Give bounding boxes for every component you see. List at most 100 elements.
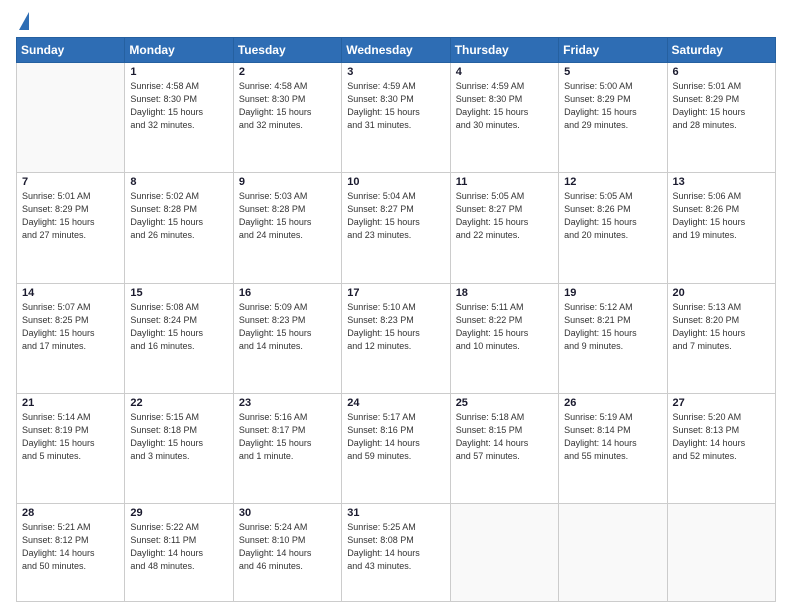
calendar-week-row: 28 Sunrise: 5:21 AMSunset: 8:12 PMDayligh… (17, 504, 776, 602)
day-number: 2 (239, 66, 336, 78)
calendar-day-cell: 26 Sunrise: 5:19 AMSunset: 8:14 PMDayligh… (559, 393, 667, 503)
day-info: Sunrise: 5:20 AMSunset: 8:13 PMDaylight:… (673, 411, 770, 463)
calendar: SundayMondayTuesdayWednesdayThursdayFrid… (16, 37, 776, 602)
day-number: 6 (673, 66, 770, 78)
day-number: 8 (130, 176, 227, 188)
calendar-day-cell: 21Sunrise: 5:14 AMSunset: 8:19 PMDayligh… (17, 393, 125, 503)
day-number: 16 (239, 287, 336, 299)
day-number: 21 (22, 397, 119, 409)
day-info: Sunrise: 4:58 AMSunset: 8:30 PMDaylight:… (239, 80, 336, 132)
calendar-week-row: 21Sunrise: 5:14 AMSunset: 8:19 PMDayligh… (17, 393, 776, 503)
day-info: Sunrise: 4:59 AMSunset: 8:30 PMDaylight:… (347, 80, 444, 132)
calendar-day-cell: 3 Sunrise: 4:59 AMSunset: 8:30 PMDaylight… (342, 63, 450, 173)
day-info: Sunrise: 5:24 AMSunset: 8:10 PMDaylight:… (239, 521, 336, 573)
calendar-day-cell: 27Sunrise: 5:20 AMSunset: 8:13 PMDayligh… (667, 393, 775, 503)
day-number: 11 (456, 176, 553, 188)
calendar-week-row: 7 Sunrise: 5:01 AMSunset: 8:29 PMDaylight… (17, 173, 776, 283)
calendar-header-row: SundayMondayTuesdayWednesdayThursdayFrid… (17, 38, 776, 63)
day-info: Sunrise: 4:59 AMSunset: 8:30 PMDaylight:… (456, 80, 553, 132)
day-info: Sunrise: 5:00 AMSunset: 8:29 PMDaylight:… (564, 80, 661, 132)
calendar-day-cell: 23 Sunrise: 5:16 AMSunset: 8:17 PMDayligh… (233, 393, 341, 503)
day-of-week-header: Tuesday (233, 38, 341, 63)
day-number: 15 (130, 287, 227, 299)
calendar-day-cell: 10 Sunrise: 5:04 AMSunset: 8:27 PMDayligh… (342, 173, 450, 283)
calendar-day-cell: 7 Sunrise: 5:01 AMSunset: 8:29 PMDaylight… (17, 173, 125, 283)
calendar-day-cell: 4 Sunrise: 4:59 AMSunset: 8:30 PMDaylight… (450, 63, 558, 173)
day-info: Sunrise: 5:01 AMSunset: 8:29 PMDaylight:… (22, 190, 119, 242)
day-info: Sunrise: 5:15 AMSunset: 8:18 PMDaylight:… (130, 411, 227, 463)
day-info: Sunrise: 5:01 AMSunset: 8:29 PMDaylight:… (673, 80, 770, 132)
day-number: 10 (347, 176, 444, 188)
calendar-day-cell: 30 Sunrise: 5:24 AMSunset: 8:10 PMDayligh… (233, 504, 341, 602)
day-number: 20 (673, 287, 770, 299)
calendar-day-cell: 11 Sunrise: 5:05 AMSunset: 8:27 PMDayligh… (450, 173, 558, 283)
day-info: Sunrise: 5:05 AMSunset: 8:26 PMDaylight:… (564, 190, 661, 242)
day-number: 18 (456, 287, 553, 299)
day-number: 22 (130, 397, 227, 409)
day-number: 17 (347, 287, 444, 299)
day-number: 3 (347, 66, 444, 78)
day-info: Sunrise: 5:06 AMSunset: 8:26 PMDaylight:… (673, 190, 770, 242)
day-number: 24 (347, 397, 444, 409)
day-number: 1 (130, 66, 227, 78)
day-info: Sunrise: 5:09 AMSunset: 8:23 PMDaylight:… (239, 301, 336, 353)
day-info: Sunrise: 5:21 AMSunset: 8:12 PMDaylight:… (22, 521, 119, 573)
day-info: Sunrise: 5:17 AMSunset: 8:16 PMDaylight:… (347, 411, 444, 463)
day-number: 14 (22, 287, 119, 299)
calendar-day-cell: 25 Sunrise: 5:18 AMSunset: 8:15 PMDayligh… (450, 393, 558, 503)
calendar-day-cell: 8 Sunrise: 5:02 AMSunset: 8:28 PMDaylight… (125, 173, 233, 283)
day-number: 26 (564, 397, 661, 409)
day-number: 31 (347, 507, 444, 519)
day-of-week-header: Sunday (17, 38, 125, 63)
calendar-day-cell: 17Sunrise: 5:10 AMSunset: 8:23 PMDayligh… (342, 283, 450, 393)
day-info: Sunrise: 5:11 AMSunset: 8:22 PMDaylight:… (456, 301, 553, 353)
calendar-day-cell (559, 504, 667, 602)
calendar-day-cell: 24 Sunrise: 5:17 AMSunset: 8:16 PMDayligh… (342, 393, 450, 503)
calendar-day-cell: 28 Sunrise: 5:21 AMSunset: 8:12 PMDayligh… (17, 504, 125, 602)
calendar-day-cell: 19Sunrise: 5:12 AMSunset: 8:21 PMDayligh… (559, 283, 667, 393)
day-info: Sunrise: 5:13 AMSunset: 8:20 PMDaylight:… (673, 301, 770, 353)
calendar-day-cell: 13 Sunrise: 5:06 AMSunset: 8:26 PMDayligh… (667, 173, 775, 283)
calendar-day-cell: 16 Sunrise: 5:09 AMSunset: 8:23 PMDayligh… (233, 283, 341, 393)
day-info: Sunrise: 5:08 AMSunset: 8:24 PMDaylight:… (130, 301, 227, 353)
calendar-day-cell: 18 Sunrise: 5:11 AMSunset: 8:22 PMDayligh… (450, 283, 558, 393)
day-info: Sunrise: 5:05 AMSunset: 8:27 PMDaylight:… (456, 190, 553, 242)
day-info: Sunrise: 5:16 AMSunset: 8:17 PMDaylight:… (239, 411, 336, 463)
day-info: Sunrise: 5:25 AMSunset: 8:08 PMDaylight:… (347, 521, 444, 573)
day-number: 23 (239, 397, 336, 409)
day-info: Sunrise: 5:07 AMSunset: 8:25 PMDaylight:… (22, 301, 119, 353)
day-info: Sunrise: 5:04 AMSunset: 8:27 PMDaylight:… (347, 190, 444, 242)
day-of-week-header: Friday (559, 38, 667, 63)
calendar-day-cell: 1 Sunrise: 4:58 AMSunset: 8:30 PMDaylight… (125, 63, 233, 173)
calendar-week-row: 14 Sunrise: 5:07 AMSunset: 8:25 PMDayligh… (17, 283, 776, 393)
calendar-day-cell: 29 Sunrise: 5:22 AMSunset: 8:11 PMDayligh… (125, 504, 233, 602)
day-info: Sunrise: 5:12 AMSunset: 8:21 PMDaylight:… (564, 301, 661, 353)
calendar-day-cell (450, 504, 558, 602)
calendar-day-cell: 31 Sunrise: 5:25 AMSunset: 8:08 PMDayligh… (342, 504, 450, 602)
day-number: 4 (456, 66, 553, 78)
day-info: Sunrise: 4:58 AMSunset: 8:30 PMDaylight:… (130, 80, 227, 132)
day-number: 29 (130, 507, 227, 519)
day-number: 25 (456, 397, 553, 409)
calendar-day-cell: 9 Sunrise: 5:03 AMSunset: 8:28 PMDaylight… (233, 173, 341, 283)
day-number: 5 (564, 66, 661, 78)
day-number: 12 (564, 176, 661, 188)
calendar-day-cell: 22 Sunrise: 5:15 AMSunset: 8:18 PMDayligh… (125, 393, 233, 503)
calendar-day-cell: 12 Sunrise: 5:05 AMSunset: 8:26 PMDayligh… (559, 173, 667, 283)
calendar-day-cell: 14 Sunrise: 5:07 AMSunset: 8:25 PMDayligh… (17, 283, 125, 393)
calendar-day-cell: 2 Sunrise: 4:58 AMSunset: 8:30 PMDaylight… (233, 63, 341, 173)
day-number: 30 (239, 507, 336, 519)
day-of-week-header: Saturday (667, 38, 775, 63)
day-number: 28 (22, 507, 119, 519)
calendar-day-cell (667, 504, 775, 602)
day-info: Sunrise: 5:02 AMSunset: 8:28 PMDaylight:… (130, 190, 227, 242)
day-info: Sunrise: 5:18 AMSunset: 8:15 PMDaylight:… (456, 411, 553, 463)
day-number: 13 (673, 176, 770, 188)
day-info: Sunrise: 5:03 AMSunset: 8:28 PMDaylight:… (239, 190, 336, 242)
calendar-day-cell: 5 Sunrise: 5:00 AMSunset: 8:29 PMDaylight… (559, 63, 667, 173)
day-info: Sunrise: 5:19 AMSunset: 8:14 PMDaylight:… (564, 411, 661, 463)
day-of-week-header: Thursday (450, 38, 558, 63)
day-number: 9 (239, 176, 336, 188)
day-number: 7 (22, 176, 119, 188)
day-info: Sunrise: 5:22 AMSunset: 8:11 PMDaylight:… (130, 521, 227, 573)
